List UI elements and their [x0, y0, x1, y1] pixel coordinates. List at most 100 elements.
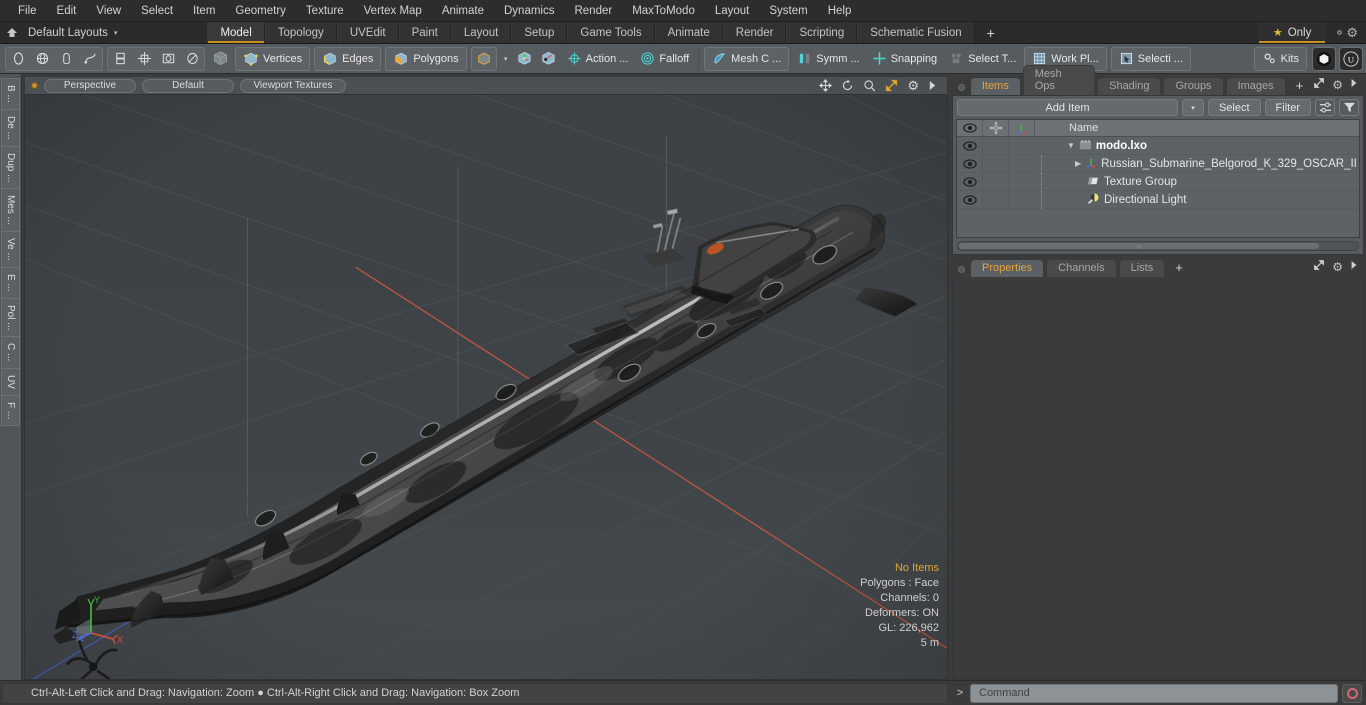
- tab-render[interactable]: Render: [722, 22, 787, 43]
- row-visibility-toggle[interactable]: [957, 137, 983, 154]
- selection-mode-vertices[interactable]: Vertices: [235, 46, 311, 71]
- row-lock-cell[interactable]: [983, 137, 1009, 154]
- table-row[interactable]: Directional Light: [957, 190, 1359, 209]
- pen-icon[interactable]: [54, 48, 78, 70]
- 3d-viewport[interactable]: No Items Polygons : Face Channels: 0 Def…: [24, 94, 948, 680]
- tab-schematic-fusion[interactable]: Schematic Fusion: [857, 22, 975, 43]
- vtab-mesh[interactable]: Mes ...: [1, 188, 20, 232]
- select-button[interactable]: Select: [1207, 99, 1261, 116]
- tab-groups[interactable]: Groups: [1163, 77, 1224, 95]
- tab-items[interactable]: Items: [969, 77, 1021, 95]
- add-item-dropdown-icon[interactable]: ▾: [1181, 99, 1204, 116]
- row-name-cell[interactable]: ▼ modo.lxo: [1035, 139, 1359, 153]
- mirror-icon[interactable]: [108, 48, 132, 70]
- box-icon[interactable]: [156, 48, 180, 70]
- row-visibility-toggle[interactable]: [957, 155, 983, 172]
- falloff-button[interactable]: Falloff: [634, 47, 695, 71]
- home-icon[interactable]: [0, 22, 24, 43]
- expander-icon[interactable]: ▼: [1067, 141, 1075, 150]
- row-visibility-toggle[interactable]: [957, 191, 983, 208]
- center-icon[interactable]: [132, 48, 156, 70]
- substance-icon[interactable]: [1312, 46, 1336, 71]
- menu-item-render[interactable]: Render: [564, 1, 622, 21]
- selection-pivot-icon[interactable]: [537, 48, 561, 70]
- add-panel-tab-button[interactable]: +: [1288, 76, 1312, 95]
- menu-item-maxtomodo[interactable]: MaxToModo: [622, 1, 705, 21]
- gear-icon[interactable]: ⚙: [1332, 261, 1343, 273]
- command-input[interactable]: Command: [970, 683, 1338, 703]
- funnel-icon[interactable]: [1339, 99, 1359, 116]
- tab-images[interactable]: Images: [1225, 77, 1286, 95]
- properties-panel-body[interactable]: [952, 277, 1364, 680]
- tab-game-tools[interactable]: Game Tools: [567, 22, 655, 43]
- expand-icon[interactable]: [1313, 77, 1325, 92]
- vtab-uv[interactable]: UV: [1, 367, 20, 395]
- record-icon[interactable]: [1342, 683, 1362, 703]
- menu-item-help[interactable]: Help: [818, 1, 862, 21]
- submarine-3d-model[interactable]: [25, 95, 947, 679]
- menu-item-geometry[interactable]: Geometry: [225, 1, 296, 21]
- vtab-vertex[interactable]: Ve ...: [1, 231, 20, 267]
- vtab-curve[interactable]: C ...: [1, 336, 20, 368]
- row-axis-cell[interactable]: [1009, 173, 1035, 190]
- viewport-shading-selector[interactable]: Viewport Textures: [240, 78, 346, 93]
- curve-icon[interactable]: [78, 48, 102, 70]
- ellipse-icon[interactable]: [180, 48, 204, 70]
- tab-mesh-ops[interactable]: Mesh Ops: [1022, 65, 1096, 95]
- circle-icon[interactable]: [6, 48, 30, 70]
- center-pivot-icon[interactable]: [513, 48, 537, 70]
- tab-uvedit[interactable]: UVEdit: [336, 22, 399, 43]
- selection-set-button[interactable]: Selecti ...: [1110, 46, 1192, 71]
- symmetry-button[interactable]: Symm ...: [791, 47, 865, 71]
- row-axis-cell[interactable]: [1009, 137, 1035, 154]
- tab-paint[interactable]: Paint: [398, 22, 451, 43]
- globe-icon[interactable]: [30, 48, 54, 70]
- menu-item-layout[interactable]: Layout: [705, 1, 760, 21]
- mesh-constraint-button[interactable]: Mesh C ...: [704, 46, 790, 71]
- kits-button[interactable]: Kits: [1253, 46, 1307, 71]
- selection-mode-items[interactable]: [470, 46, 497, 71]
- properties-active-indicator[interactable]: [958, 266, 965, 273]
- rotate-icon[interactable]: [841, 79, 854, 92]
- table-row[interactable]: ▶ Russian_Submarine_Belgorod_K_329_OSCAR…: [957, 154, 1359, 173]
- vtab-duplicate[interactable]: Dup ...: [1, 145, 20, 189]
- expand-icon[interactable]: [1313, 259, 1325, 274]
- expander-icon[interactable]: ▶: [1075, 159, 1081, 168]
- row-visibility-toggle[interactable]: [957, 173, 983, 190]
- row-axis-cell[interactable]: [1009, 191, 1035, 208]
- menu-item-texture[interactable]: Texture: [296, 1, 354, 21]
- only-toggle[interactable]: ★ Only: [1258, 22, 1326, 43]
- axis-gizmo[interactable]: Y X Z: [69, 593, 129, 651]
- arrow-icon[interactable]: [1350, 78, 1358, 91]
- panel-active-indicator[interactable]: [958, 84, 965, 91]
- row-lock-cell[interactable]: [983, 155, 1009, 172]
- unreal-icon[interactable]: U: [1339, 46, 1363, 71]
- gear-icon[interactable]: ⚙: [907, 79, 919, 92]
- tab-scripting[interactable]: Scripting: [786, 22, 858, 43]
- table-row[interactable]: Texture Group: [957, 172, 1359, 191]
- menu-item-item[interactable]: Item: [183, 1, 225, 21]
- row-name-cell[interactable]: Directional Light: [1035, 190, 1359, 209]
- scrollbar-thumb[interactable]: ○: [959, 242, 1319, 251]
- viewport-view-selector[interactable]: Perspective: [44, 78, 136, 93]
- viewport-active-indicator[interactable]: [31, 82, 38, 89]
- row-name-cell[interactable]: ▶ Russian_Submarine_Belgorod_K_329_OSCAR…: [1035, 154, 1359, 173]
- chevron-down-icon[interactable]: ▾: [499, 48, 513, 70]
- menu-item-dynamics[interactable]: Dynamics: [494, 1, 564, 21]
- vtab-fusion[interactable]: F ...: [1, 394, 20, 426]
- tab-setup[interactable]: Setup: [511, 22, 568, 43]
- filter-button[interactable]: Filter: [1264, 99, 1311, 116]
- selection-mode-edges[interactable]: Edges: [314, 46, 382, 71]
- menu-item-file[interactable]: File: [8, 1, 47, 21]
- row-lock-cell[interactable]: [983, 173, 1009, 190]
- cube-icon[interactable]: [207, 48, 233, 70]
- arrow-icon[interactable]: [1350, 260, 1358, 273]
- list-filter-icon[interactable]: [1315, 99, 1335, 116]
- select-through-button[interactable]: Select T...: [943, 47, 1022, 71]
- row-axis-cell[interactable]: [1009, 155, 1035, 172]
- move-icon[interactable]: [819, 79, 833, 92]
- tab-properties[interactable]: Properties: [970, 259, 1045, 277]
- vtab-polygon[interactable]: Pol ...: [1, 297, 20, 337]
- vtab-deform[interactable]: De ...: [1, 108, 20, 146]
- menu-item-animate[interactable]: Animate: [432, 1, 494, 21]
